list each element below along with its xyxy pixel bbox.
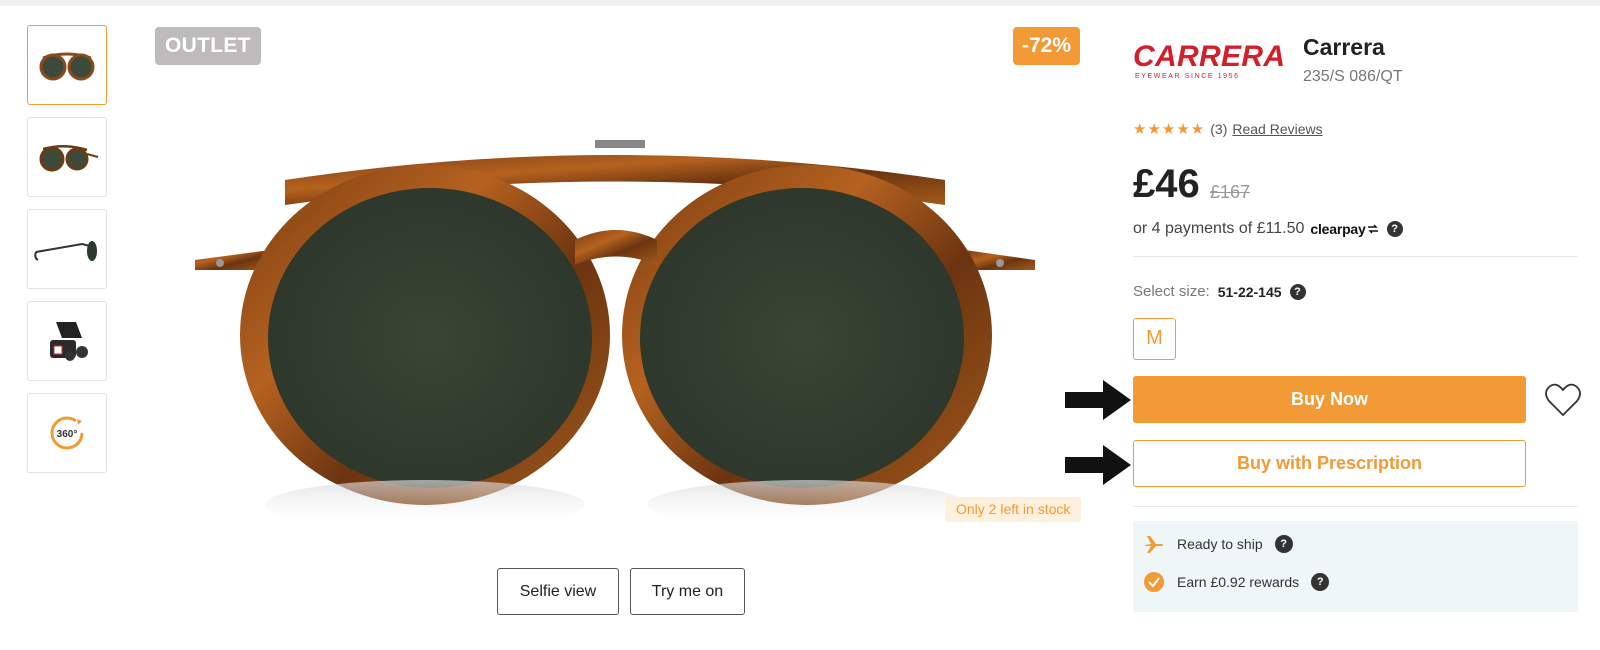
glasses-front-thumbnail-icon [39,52,95,81]
size-value: 51-22-145 [1217,283,1282,300]
ship-help-icon[interactable]: ? [1274,535,1293,553]
arrow-right-icon [1065,380,1131,420]
clearpay-logo: clearpay [1310,221,1366,237]
current-price: £46 [1133,162,1200,206]
svg-text:360°: 360° [57,429,78,440]
clearpay-help-icon[interactable]: ? [1386,221,1403,237]
buy-now-button[interactable]: Buy Now [1133,376,1526,423]
rewards-badge-icon [1143,571,1165,593]
installments-text: or 4 payments of £11.50 [1133,220,1305,237]
divider [1133,256,1578,257]
review-count: (3) [1210,121,1228,137]
wishlist-heart-icon[interactable] [1544,382,1582,418]
size-label: Select size: [1133,283,1210,300]
brand-logo: CARRERA EYEWEAR SINCE 1956 [1133,40,1285,80]
discount-badge: -72% [1013,27,1081,65]
stock-notice: Only 2 left in stock [945,497,1082,522]
thumbnail-side[interactable] [27,209,107,289]
glasses-angle-thumbnail-icon [39,145,99,172]
selfie-view-button[interactable]: Selfie view [497,568,619,615]
outlet-badge: OUTLET [155,27,261,65]
top-divider [0,0,1600,6]
svg-text:EYEWEAR SINCE 1956: EYEWEAR SINCE 1956 [1135,73,1240,80]
buy-with-prescription-button[interactable]: Buy with Prescription [1133,440,1526,487]
rotate-360-icon: 360° [50,416,84,450]
rewards-help-icon[interactable]: ? [1311,573,1330,591]
model-number: 235/S 086/QT [1303,68,1403,85]
airplane-icon [1143,533,1165,555]
rewards-text: Earn £0.92 rewards [1177,574,1300,590]
clearpay-arrows-icon [1367,224,1378,234]
star-rating-icon: ★★★★★ [1133,121,1206,138]
thumbnail-360[interactable]: 360° [27,393,107,473]
info-box: Ready to ship ? Earn £0.92 rewards ? [1133,521,1578,612]
svg-text:CARRERA: CARRERA [1133,40,1285,73]
thumbnail-front[interactable] [27,25,107,105]
divider [1133,506,1578,507]
size-option-m[interactable]: M [1133,318,1176,360]
rating: ★★★★★ (3) Read Reviews [1133,120,1323,138]
thumbnail-angle[interactable] [27,117,107,197]
arrow-right-icon [1065,445,1131,485]
original-price: £167 [1210,182,1251,202]
rewards-row: Earn £0.92 rewards ? [1143,571,1330,593]
read-reviews-link[interactable]: Read Reviews [1232,121,1322,137]
product-image[interactable] [175,120,1060,530]
ready-to-ship-text: Ready to ship [1177,536,1263,552]
glasses-side-thumbnail-icon [34,241,97,261]
glasses-case-thumbnail-icon [50,322,88,361]
thumbnail-list: 360° [27,25,109,485]
brand-name: Carrera [1303,34,1385,60]
thumbnail-case[interactable] [27,301,107,381]
ready-to-ship-row: Ready to ship ? [1143,533,1293,555]
size-selector-row: Select size: 51-22-145 ? [1133,283,1306,300]
size-help-icon[interactable]: ? [1289,283,1306,300]
try-me-on-button[interactable]: Try me on [630,568,745,615]
installments: or 4 payments of £11.50 clearpay ? [1133,220,1403,238]
